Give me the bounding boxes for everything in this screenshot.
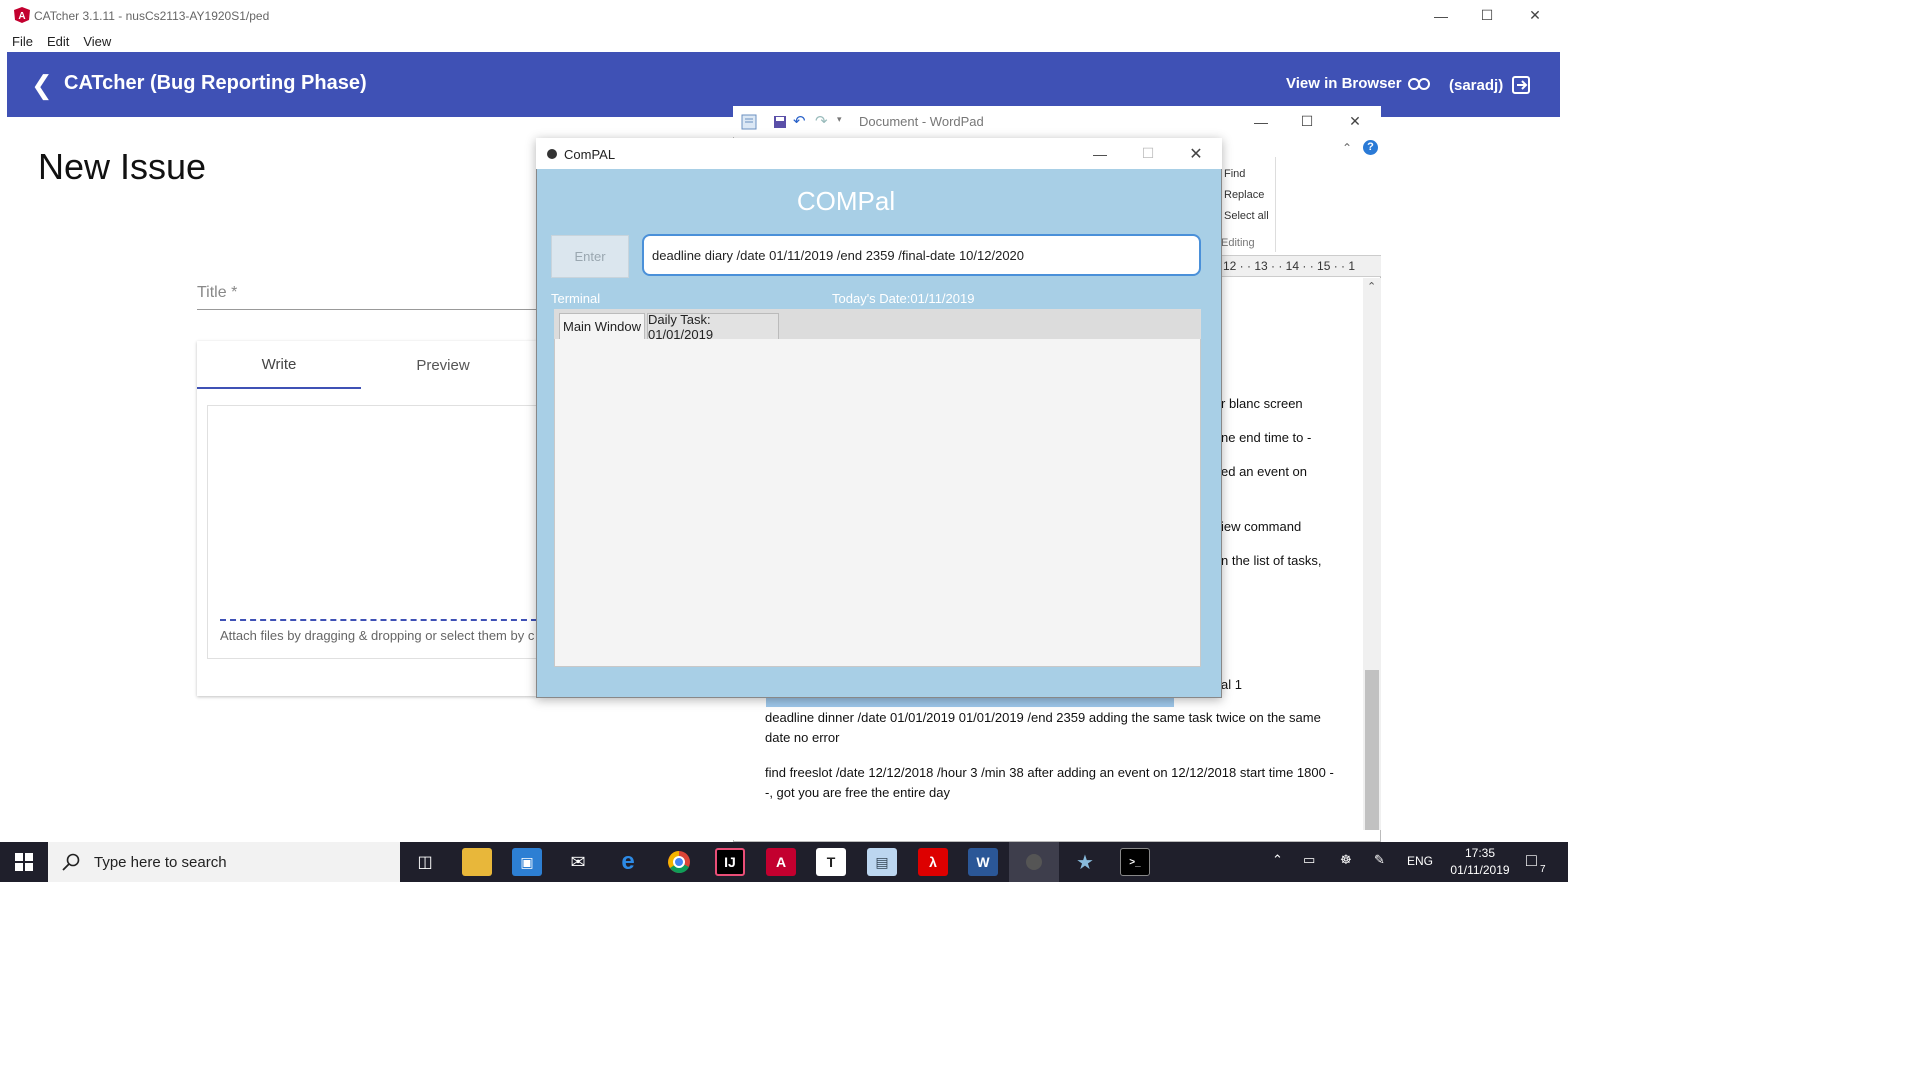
command-input[interactable]: deadline diary /date 01/11/2019 /end 235… xyxy=(642,234,1201,276)
file-explorer-icon[interactable] xyxy=(462,848,492,876)
intellij-icon[interactable]: IJ xyxy=(715,848,745,876)
view-in-browser-label: View in Browser xyxy=(1286,75,1402,92)
doc-text-fragment: al 1 xyxy=(1221,677,1242,692)
compal-icon[interactable] xyxy=(1009,842,1059,882)
battery-icon[interactable]: ▭ xyxy=(1303,852,1315,868)
editing-group-label: Editing xyxy=(1221,237,1255,249)
doc-text-fragment: ed an event on xyxy=(1221,464,1308,479)
minimize-button[interactable]: — xyxy=(1418,0,1464,31)
chrome-icon[interactable] xyxy=(664,848,694,876)
mail-icon[interactable]: ✉ xyxy=(563,848,593,876)
scroll-up-icon[interactable]: ⌃ xyxy=(1367,280,1376,293)
language-indicator[interactable]: ENG xyxy=(1407,854,1433,868)
title-input[interactable]: Title * xyxy=(197,284,537,310)
tab-daily-task[interactable]: Daily Task: 01/01/2019 xyxy=(647,312,779,342)
taskbar-search[interactable]: Type here to search xyxy=(48,842,400,882)
store-icon[interactable]: ▣ xyxy=(512,848,542,876)
typora-icon[interactable]: T xyxy=(816,848,846,876)
search-icon xyxy=(62,853,80,871)
doc-paragraph: find freeslot /date 12/12/2018 /hour 3 /… xyxy=(765,765,1334,800)
svg-text:A: A xyxy=(18,11,25,22)
wordpad-icon[interactable]: ▤ xyxy=(867,848,897,876)
wordpad-titlebar: ↶ ↷ ▾ Document - WordPad — ☐ ✕ xyxy=(733,106,1381,137)
scrollbar-thumb[interactable] xyxy=(1365,670,1379,830)
acrobat-icon[interactable]: λ xyxy=(918,848,948,876)
catcher-titlebar: A CATcher 3.1.11 - nusCs2113-AY1920S1/pe… xyxy=(0,0,1568,31)
menu-bar: File Edit View xyxy=(0,31,1568,52)
compal-heading: COMPal xyxy=(796,186,896,216)
wordpad-ribbon-editing: ⌃ ? Find Replace Select all Editing xyxy=(1221,137,1381,257)
notification-count: 7 xyxy=(1540,864,1546,875)
windows-icon xyxy=(15,853,33,871)
wordpad-maximize-button[interactable]: ☐ xyxy=(1284,106,1330,137)
tab-content-area xyxy=(554,309,1201,667)
compal-title: ComPAL xyxy=(564,147,616,162)
undo-icon[interactable]: ↶ xyxy=(793,112,806,130)
compal-maximize-button[interactable]: ☐ xyxy=(1125,138,1171,169)
help-icon[interactable]: ? xyxy=(1363,140,1378,155)
word-icon[interactable]: W xyxy=(968,848,998,876)
tab-main-window[interactable]: Main Window xyxy=(559,313,645,339)
compal-titlebar: ComPAL — ☐ ✕ xyxy=(536,138,1222,169)
tab-write[interactable]: Write xyxy=(197,341,361,389)
terminal-icon[interactable]: >_ xyxy=(1120,848,1150,876)
doc-text-fragment: ne end time to - xyxy=(1221,430,1312,445)
page-title: New Issue xyxy=(38,146,207,187)
task-view-icon[interactable]: ◫ xyxy=(410,848,440,876)
replace-button[interactable]: Replace xyxy=(1224,189,1264,201)
clock-date: 01/11/2019 xyxy=(1450,863,1510,877)
view-in-browser-link[interactable]: View in Browser xyxy=(1286,75,1430,92)
terminal-label: Terminal xyxy=(551,291,601,306)
ribbon-collapse-icon[interactable]: ⌃ xyxy=(1342,141,1352,155)
quick-access-dropdown-icon[interactable]: ▾ xyxy=(837,114,842,125)
compal-app-icon xyxy=(547,149,557,159)
doc-paragraph: deadline dinner /date 01/01/2019 01/01/2… xyxy=(765,710,1321,745)
drop-zone-divider xyxy=(220,619,537,621)
wordpad-minimize-button[interactable]: — xyxy=(1238,106,1284,137)
doc-text-fragment: r blanc screen xyxy=(1221,396,1303,411)
tab-preview[interactable]: Preview xyxy=(361,341,525,389)
ribbon-divider xyxy=(1275,157,1276,252)
angular-logo-icon: A xyxy=(14,7,30,23)
username: (saradj) xyxy=(1449,76,1504,94)
header-title: CATcher (Bug Reporting Phase) xyxy=(64,72,367,94)
selection-highlight xyxy=(766,697,1174,707)
wifi-icon[interactable]: ☸ xyxy=(1340,852,1352,868)
window-title: CATcher 3.1.11 - nusCs2113-AY1920S1/ped xyxy=(34,9,270,23)
wordpad-ruler[interactable]: 12 · · 13 · · 14 · · 15 · · 1 xyxy=(1221,255,1381,277)
wordpad-close-button[interactable]: ✕ xyxy=(1332,106,1378,137)
paint-icon[interactable]: ★ xyxy=(1070,848,1100,876)
find-button[interactable]: Find xyxy=(1224,168,1245,180)
start-button[interactable] xyxy=(0,842,48,882)
wordpad-title: Document - WordPad xyxy=(859,114,984,129)
doc-text-fragment: n the list of tasks, xyxy=(1221,553,1322,568)
logout-icon xyxy=(1512,76,1531,94)
save-icon[interactable] xyxy=(773,115,787,129)
notification-icon[interactable]: □ xyxy=(1526,850,1537,871)
close-button[interactable]: ✕ xyxy=(1512,0,1558,31)
todays-date-label: Today's Date:01/11/2019 xyxy=(832,291,975,306)
redo-icon[interactable]: ↷ xyxy=(815,112,828,130)
maximize-button[interactable]: ☐ xyxy=(1464,0,1510,31)
attach-files-hint[interactable]: Attach files by dragging & dropping or s… xyxy=(220,628,537,643)
enter-button[interactable]: Enter xyxy=(551,235,629,278)
angular-icon[interactable]: A xyxy=(766,848,796,876)
tray-overflow-icon[interactable]: ⌃ xyxy=(1272,852,1283,868)
compal-close-button[interactable]: ✕ xyxy=(1173,138,1219,169)
search-placeholder: Type here to search xyxy=(94,853,227,871)
clock[interactable]: 17:35 01/11/2019 xyxy=(1440,845,1520,879)
link-icon xyxy=(1407,77,1430,90)
menu-file[interactable]: File xyxy=(12,34,33,49)
menu-view[interactable]: View xyxy=(83,34,111,49)
doc-text-fragment: iew command xyxy=(1221,519,1302,534)
pen-icon[interactable]: ✎ xyxy=(1374,852,1385,868)
logout-button[interactable]: (saradj) xyxy=(1449,75,1531,95)
compal-minimize-button[interactable]: — xyxy=(1077,138,1123,169)
clock-time: 17:35 xyxy=(1464,846,1496,860)
back-arrow-icon[interactable]: ❮ xyxy=(31,70,53,101)
wordpad-app-icon xyxy=(741,114,757,130)
select-all-button[interactable]: Select all xyxy=(1224,210,1269,222)
menu-edit[interactable]: Edit xyxy=(47,34,69,49)
edge-icon[interactable]: e xyxy=(613,848,643,876)
